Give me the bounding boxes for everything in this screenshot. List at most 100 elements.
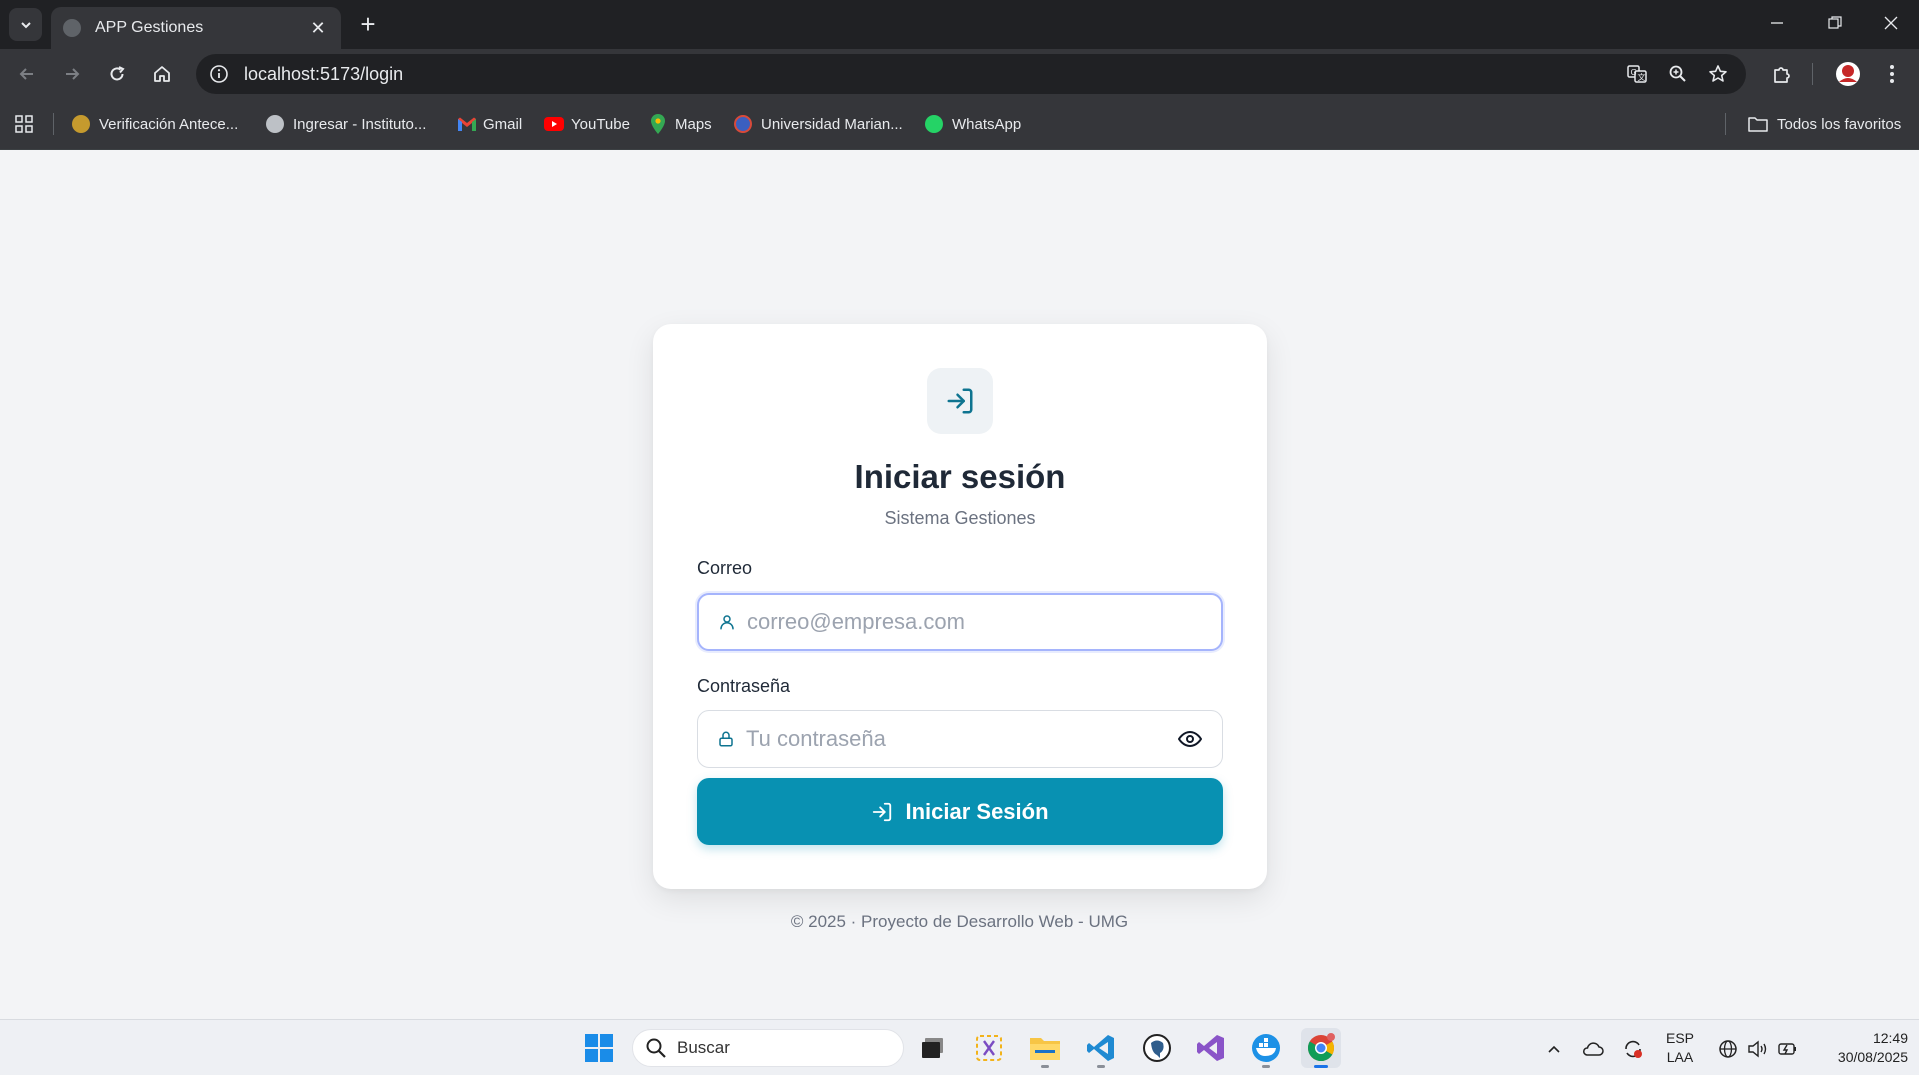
- globe-icon: [63, 19, 81, 37]
- bookmark-gmail[interactable]: Gmail: [457, 112, 522, 136]
- taskbar-clock[interactable]: 12:49 30/08/2025: [1808, 1029, 1908, 1067]
- login-icon-badge: [927, 368, 993, 434]
- folder-icon: [1748, 117, 1768, 132]
- page-footer: © 2025 · Proyecto de Desarrollo Web - UM…: [790, 912, 1129, 931]
- windows-icon: [585, 1034, 613, 1062]
- show-hidden-icons[interactable]: [1541, 1036, 1567, 1062]
- apps-button[interactable]: [14, 112, 34, 136]
- taskbar-app-docker[interactable]: [1246, 1028, 1286, 1068]
- arrow-left-icon: [19, 68, 33, 80]
- puzzle-icon: [1774, 67, 1790, 83]
- tray-volume[interactable]: [1745, 1036, 1771, 1062]
- more-vertical-icon: [1890, 65, 1894, 83]
- site-info-icon[interactable]: [208, 63, 230, 85]
- battery-charging-icon: [1778, 1043, 1796, 1055]
- close-window-button[interactable]: [1862, 0, 1919, 46]
- chevron-down-icon: [20, 21, 31, 28]
- home-button[interactable]: [146, 58, 178, 90]
- taskbar-app-chrome[interactable]: [1301, 1028, 1341, 1068]
- bookmarks-divider: [53, 113, 54, 135]
- translate-icon[interactable]: G文: [1620, 54, 1654, 94]
- login-title: Iniciar sesión: [854, 458, 1066, 495]
- tray-battery[interactable]: [1775, 1036, 1801, 1062]
- reload-icon: [110, 66, 125, 81]
- address-bar[interactable]: localhost:5173/login G文: [196, 54, 1746, 94]
- restore-button[interactable]: [1806, 0, 1864, 46]
- log-in-icon: [873, 802, 892, 821]
- snipping-tool-icon: [976, 1035, 1002, 1061]
- taskbar-app-visual-studio[interactable]: [1191, 1028, 1231, 1068]
- running-indicator: [1262, 1065, 1270, 1068]
- login-submit-label: Iniciar Sesión: [905, 798, 1049, 824]
- svg-text:G: G: [1631, 68, 1637, 77]
- docker-icon: [1252, 1034, 1280, 1062]
- email-input[interactable]: [747, 595, 1221, 649]
- active-indicator: [1314, 1065, 1328, 1068]
- profile-avatar[interactable]: [1832, 58, 1864, 90]
- map-pin-icon: [651, 114, 665, 134]
- show-password-icon[interactable]: [1176, 725, 1204, 753]
- tray-sync[interactable]: [1620, 1036, 1646, 1062]
- close-tab-icon[interactable]: ✕: [307, 18, 329, 39]
- globe-icon: [266, 115, 284, 133]
- taskbar: Buscar ESP LAA 12:49 30/08/2025: [0, 1019, 1919, 1075]
- speaker-icon: [1748, 1040, 1767, 1058]
- forward-button[interactable]: [56, 58, 88, 90]
- bookmark-universidad[interactable]: Universidad Marian...: [734, 112, 903, 136]
- minimize-icon: [1771, 22, 1783, 24]
- back-button[interactable]: [11, 58, 43, 90]
- taskbar-search[interactable]: Buscar: [632, 1029, 904, 1067]
- taskbar-app-snipping[interactable]: [969, 1028, 1009, 1068]
- minimize-button[interactable]: [1748, 0, 1806, 46]
- elephant-icon: [1143, 1034, 1171, 1062]
- browser-tab-bar: APP Gestiones ✕ +: [0, 0, 1919, 49]
- log-in-icon: [947, 388, 973, 414]
- taskbar-app-vscode[interactable]: [1081, 1028, 1121, 1068]
- bookmarks-bar: Verificación Antece... Ingresar - Instit…: [0, 99, 1919, 150]
- apps-grid-icon: [15, 115, 33, 133]
- task-view-button[interactable]: [913, 1028, 953, 1068]
- email-field[interactable]: [697, 593, 1223, 651]
- bookmark-youtube[interactable]: YouTube: [544, 112, 630, 136]
- tray-onedrive[interactable]: [1580, 1036, 1606, 1062]
- sync-icon: [1625, 1040, 1642, 1058]
- password-field[interactable]: [697, 710, 1223, 768]
- tab-search-button[interactable]: [9, 8, 42, 41]
- bookmark-instituto[interactable]: Ingresar - Instituto...: [266, 112, 426, 136]
- taskbar-app-explorer[interactable]: [1025, 1028, 1065, 1068]
- new-tab-button[interactable]: +: [353, 10, 383, 40]
- bookmark-maps[interactable]: Maps: [651, 112, 712, 136]
- svg-text:文: 文: [1638, 72, 1646, 82]
- task-view-icon: [922, 1038, 943, 1058]
- tray-network[interactable]: [1715, 1036, 1741, 1062]
- menu-button[interactable]: [1876, 58, 1908, 90]
- close-icon: [1884, 16, 1898, 30]
- url-text: localhost:5173/login: [244, 63, 404, 84]
- user-icon: [717, 612, 737, 632]
- gmail-icon: [458, 117, 476, 131]
- lock-icon: [716, 729, 736, 749]
- page-content: Iniciar sesión Sistema Gestiones Correo …: [0, 150, 1919, 1019]
- all-bookmarks-folder[interactable]: Todos los favoritos: [1748, 112, 1901, 136]
- toolbar-divider: [1812, 63, 1813, 85]
- extensions-button[interactable]: [1766, 58, 1798, 90]
- whatsapp-icon: [925, 115, 943, 133]
- chevron-up-icon: [1548, 1045, 1560, 1053]
- password-input[interactable]: [746, 711, 1176, 767]
- reload-button[interactable]: [101, 58, 133, 90]
- language-indicator[interactable]: ESP LAA: [1654, 1029, 1706, 1067]
- star-icon[interactable]: [1701, 54, 1735, 94]
- start-button[interactable]: [579, 1028, 619, 1068]
- tab-title: APP Gestiones: [95, 19, 204, 36]
- login-subtitle: Sistema Gestiones: [884, 508, 1036, 528]
- email-label: Correo: [697, 558, 753, 578]
- bookmark-verificacion[interactable]: Verificación Antece...: [72, 112, 238, 136]
- seal-icon: [72, 115, 90, 133]
- login-submit-button[interactable]: Iniciar Sesión: [697, 778, 1223, 845]
- taskbar-app-pgadmin[interactable]: [1137, 1028, 1177, 1068]
- search-icon: [646, 1038, 666, 1058]
- browser-tab-active[interactable]: APP Gestiones ✕: [51, 7, 341, 49]
- taskbar-search-label: Buscar: [677, 1038, 730, 1057]
- zoom-icon[interactable]: [1661, 54, 1695, 94]
- bookmark-whatsapp[interactable]: WhatsApp: [925, 112, 1021, 136]
